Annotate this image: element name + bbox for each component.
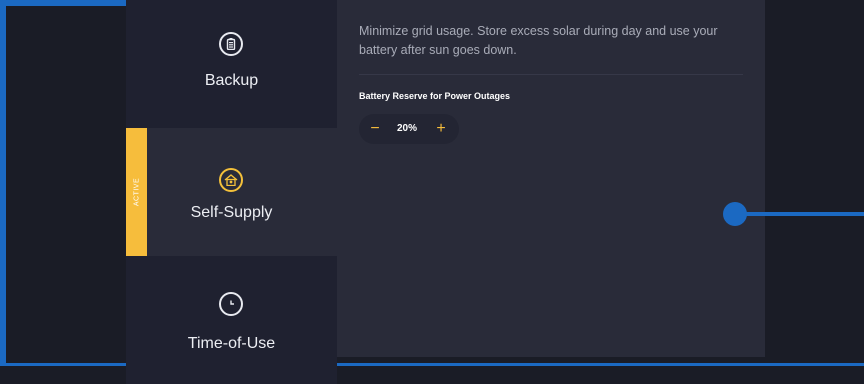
active-badge-label: ACTIVE (133, 177, 140, 207)
mode-list: Backup ACTIVE Self-Supply Time-of-Use (126, 0, 337, 384)
battery-icon (219, 32, 243, 56)
right-background (765, 0, 864, 357)
divider (359, 74, 743, 75)
reserve-label: Battery Reserve for Power Outages (359, 91, 511, 101)
mode-card-backup[interactable]: Backup (126, 0, 337, 128)
mode-card-time-of-use[interactable]: Time-of-Use (126, 256, 337, 384)
mode-description: Minimize grid usage. Store excess solar … (359, 24, 718, 57)
clock-icon (219, 292, 243, 316)
solar-home-icon (219, 168, 243, 192)
mode-label-backup: Backup (204, 72, 259, 89)
active-badge: ACTIVE (126, 128, 147, 256)
mode-card-self-supply[interactable]: ACTIVE Self-Supply (126, 128, 337, 256)
reserve-stepper: − 20% + (359, 114, 459, 144)
connector-dot (723, 202, 747, 226)
decrease-button[interactable]: − (365, 119, 385, 139)
reserve-value: 20% (396, 123, 417, 134)
connector-line (745, 212, 864, 216)
increase-button[interactable]: + (431, 119, 451, 139)
mode-label-time-of-use: Time-of-Use (187, 335, 276, 352)
mode-label-self-supply: Self-Supply (190, 204, 273, 221)
mode-details-panel: Minimize grid usage. Store excess solar … (337, 0, 765, 357)
